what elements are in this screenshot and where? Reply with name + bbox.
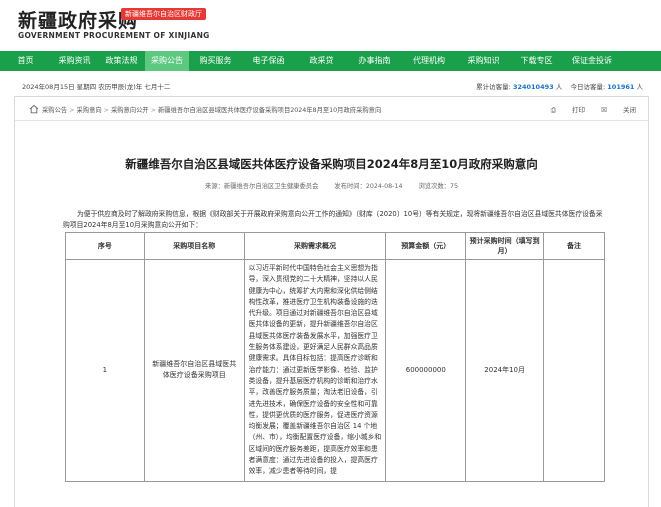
breadcrumb-separator: > xyxy=(69,107,75,114)
total-visitors-unit: 人 xyxy=(555,83,563,91)
column-header-name: 采购项目名称 xyxy=(143,232,245,260)
article-intro: 为便于供应商及时了解政府采购信息，根据《财政部关于开展政府采购意向公开工作的通知… xyxy=(63,210,603,229)
current-date: 2024年08月15日 星期四 农历甲辰(龙)年 七月十二 xyxy=(22,83,171,91)
column-header-time: 预计采购时间（填写到月） xyxy=(465,232,545,260)
nav-loan[interactable]: 政采贷 xyxy=(295,51,348,71)
today-visitors-label: 今日访客量: xyxy=(570,83,606,91)
breadcrumb-item[interactable]: 采购意向公开 xyxy=(111,107,149,114)
nav-deposit-complaint[interactable]: 保证金投诉 xyxy=(563,51,621,71)
article-views: 浏览次数：75 xyxy=(418,183,458,190)
nav-home[interactable]: 首页 xyxy=(0,51,51,71)
site-logo-title[interactable]: 新疆政府采购 xyxy=(18,6,138,33)
logo-badge: 新疆维吾尔自治区财政厅 xyxy=(121,8,206,20)
breadcrumb: 采购公告 > 采购意向 > 采购意向公开 > 新疆维吾尔自治区县域医共体医疗设备采购项目20… xyxy=(29,104,381,114)
nav-news[interactable]: 采购资讯 xyxy=(51,51,98,71)
column-header-note: 备注 xyxy=(543,232,605,260)
breadcrumb-item[interactable]: 采购意向 xyxy=(76,107,101,114)
nav-policy[interactable]: 政策法规 xyxy=(98,51,145,71)
cell-requirement-summary: 以习近平新时代中国特色社会主义思想为指导，深入贯彻党的二十大精神，坚持以人民健康… xyxy=(243,259,387,482)
table-header-row: 序号 采购项目名称 采购需求概况 预算金额（元） 预计采购时间（填写到月） 备注 xyxy=(65,232,605,260)
article-tools: ⎙ 打印 ☒ 关闭 xyxy=(537,104,636,115)
article-source: 来源：新疆维吾尔自治区卫生健康委员会 xyxy=(205,183,319,190)
cell-note xyxy=(543,259,605,482)
cell-index: 1 xyxy=(65,259,145,482)
divider xyxy=(15,120,648,121)
today-visitors-value: 101961 xyxy=(607,83,635,91)
print-label: 打印 xyxy=(572,106,586,114)
nav-agencies[interactable]: 代理机构 xyxy=(401,51,457,71)
intent-table: 序号 采购项目名称 采购需求概况 预算金额（元） 预计采购时间（填写到月） 备注… xyxy=(65,232,605,482)
visitor-counter: 累计访客量: 324010493 人 今日访客量: 101961 人 xyxy=(476,81,643,91)
nav-knowledge[interactable]: 采购知识 xyxy=(457,51,510,71)
date-bar: 2024年08月15日 星期四 农历甲辰(龙)年 七月十二 累计访客量: 324… xyxy=(0,80,661,92)
breadcrumb-separator: > xyxy=(150,107,156,114)
site-header: 新疆政府采购 新疆维吾尔自治区财政厅 GOVERNMENT PROCUREMEN… xyxy=(0,0,661,46)
nav-purchase-service[interactable]: 购买服务 xyxy=(189,51,242,71)
cell-purchase-time: 2024年10月 xyxy=(465,259,545,482)
article-meta: 来源：新疆维吾尔自治区卫生健康委员会 发布时间：2024-08-14 浏览次数：… xyxy=(15,181,648,190)
today-visitors-unit: 人 xyxy=(636,83,644,91)
home-icon[interactable] xyxy=(29,104,39,114)
breadcrumb-current: 新疆维吾尔自治区县域医共体医疗设备采购项目2024年8月至10月政府采购意向 xyxy=(158,107,382,114)
table-row: 1 新疆维吾尔自治区县域医共体医疗设备采购项目 以习近平新时代中国特色社会主义思… xyxy=(65,259,605,482)
nav-downloads[interactable]: 下载专区 xyxy=(510,51,563,71)
content-frame: 采购公告 > 采购意向 > 采购意向公开 > 新疆维吾尔自治区县域医共体医疗设备采购项目20… xyxy=(14,96,649,507)
breadcrumb-separator: > xyxy=(103,107,109,114)
nav-e-guarantee[interactable]: 电子保函 xyxy=(242,51,295,71)
nav-guide[interactable]: 办事指南 xyxy=(348,51,401,71)
column-header-index: 序号 xyxy=(65,232,145,260)
column-header-summary: 采购需求概况 xyxy=(243,232,387,260)
close-label: 关闭 xyxy=(623,106,636,114)
column-header-budget: 预算金额（元） xyxy=(385,232,467,260)
article-publish-time: 发布时间：2024-08-14 xyxy=(334,183,403,190)
article-title: 新疆维吾尔自治区县域医共体医疗设备采购项目2024年8月至10月政府采购意向 xyxy=(125,157,538,171)
close-button[interactable]: ☒ 关闭 xyxy=(601,106,636,114)
breadcrumb-item[interactable]: 采购公告 xyxy=(42,107,67,114)
cell-project-name: 新疆维吾尔自治区县域医共体医疗设备采购项目 xyxy=(143,259,245,482)
total-visitors-value: 324010493 xyxy=(512,83,554,91)
print-button[interactable]: ⎙ 打印 xyxy=(551,106,585,114)
main-nav: 首页 采购资讯 政策法规 采购公告 购买服务 电子保函 政采贷 办事指南 代理机… xyxy=(0,51,661,71)
nav-announcements[interactable]: 采购公告 xyxy=(145,51,189,71)
total-visitors-label: 累计访客量: xyxy=(476,83,511,91)
cell-budget: 600000000 xyxy=(385,259,467,482)
site-logo-subtitle: GOVERNMENT PROCUREMENT OF XINJIANG xyxy=(18,31,210,40)
